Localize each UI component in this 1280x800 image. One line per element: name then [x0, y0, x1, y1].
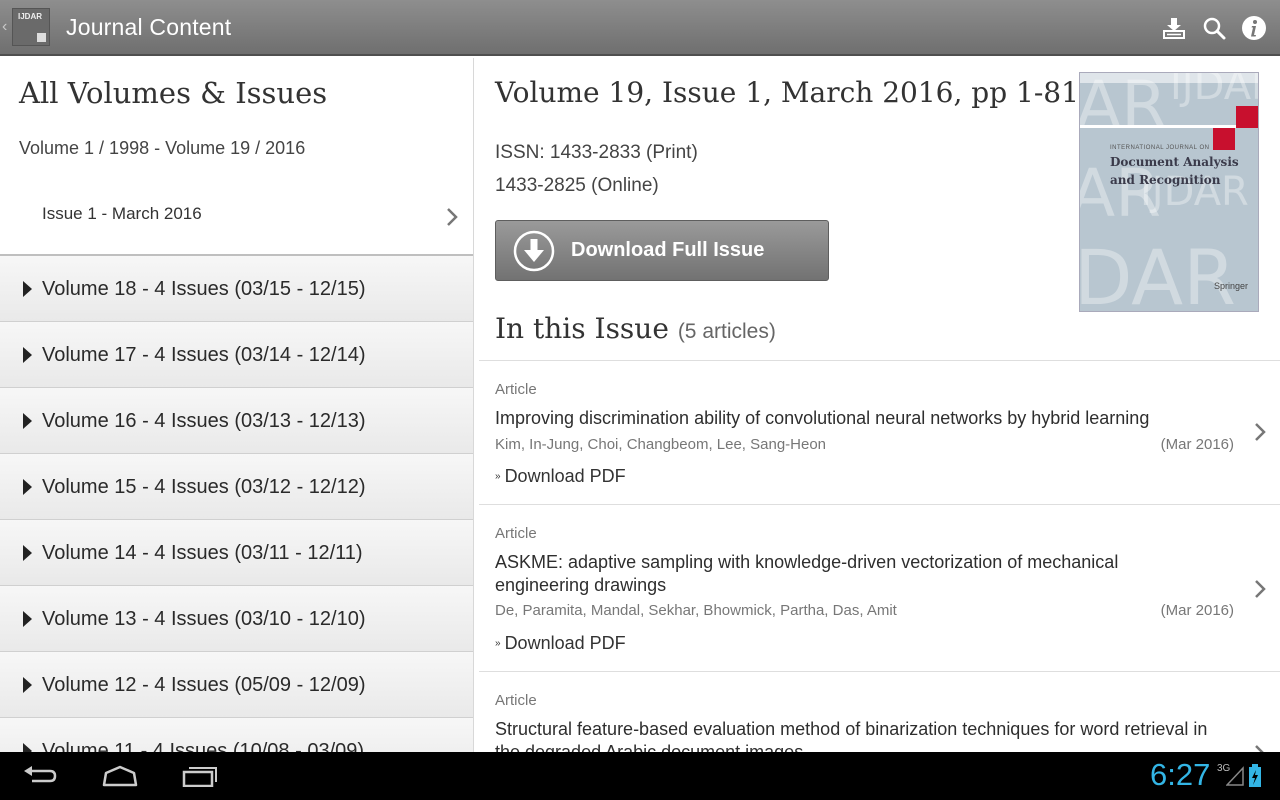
download-manager-icon: [1163, 18, 1185, 39]
volumes-sidebar: All Volumes & Issues Volume 1 / 1998 - V…: [0, 58, 474, 752]
home-button[interactable]: [90, 758, 150, 794]
expand-triangle-icon: [23, 611, 32, 627]
current-issue-label: Issue 1 - March 2016: [42, 204, 202, 223]
article-title[interactable]: Structural feature-based evaluation meth…: [495, 718, 1215, 752]
info-button[interactable]: [1234, 0, 1274, 56]
info-icon: [1242, 16, 1266, 40]
article-title[interactable]: Improving discrimination ability of conv…: [495, 407, 1215, 430]
signal-icon: [1226, 766, 1244, 786]
article-title[interactable]: ASKME: adaptive sampling with knowledge-…: [495, 551, 1215, 597]
volume-label: Volume 15 - 4 Issues (03/12 - 12/12): [42, 476, 366, 498]
article-item[interactable]: Article Structural feature-based evaluat…: [479, 671, 1280, 752]
cover-title-line1: Document Analysis: [1110, 155, 1239, 169]
volume-label: Volume 16 - 4 Issues (03/13 - 12/13): [42, 410, 366, 432]
volume-label: Volume 18 - 4 Issues (03/15 - 12/15): [42, 278, 366, 300]
issn-online: 1433-2825 (Online): [495, 175, 659, 196]
issn-print: ISSN: 1433-2833 (Print): [495, 142, 698, 163]
article-authors: De, Paramita, Mandal, Sekhar, Bhowmick, …: [495, 602, 897, 619]
article-type: Article: [495, 692, 537, 709]
status-clock: 6:27: [1150, 757, 1211, 792]
download-manager-button[interactable]: [1154, 0, 1194, 56]
article-item[interactable]: Article Improving discrimination ability…: [479, 360, 1280, 504]
home-icon: [102, 765, 138, 787]
download-pdf-link[interactable]: » Download PDF: [495, 466, 626, 487]
volume-item[interactable]: Volume 15 - 4 Issues (03/12 - 12/12): [0, 454, 473, 520]
expand-triangle-icon: [23, 479, 32, 495]
page-title: Journal Content: [66, 13, 232, 40]
back-arrow-icon: [24, 766, 57, 783]
sidebar-title: All Volumes & Issues: [19, 76, 328, 110]
up-navigation-button[interactable]: ‹ IJDAR: [0, 0, 50, 55]
volume-item[interactable]: Volume 13 - 4 Issues (03/10 - 12/10): [0, 586, 473, 652]
volume-label: Volume 14 - 4 Issues (03/11 - 12/11): [42, 542, 363, 564]
volume-item[interactable]: Volume 12 - 4 Issues (05/09 - 12/09): [0, 652, 473, 718]
search-button[interactable]: [1194, 0, 1234, 56]
download-circle-icon: [513, 230, 555, 271]
app-icon: IJDAR: [12, 8, 50, 46]
volume-item[interactable]: Volume 14 - 4 Issues (03/11 - 12/11): [0, 520, 473, 586]
expand-triangle-icon: [23, 743, 32, 752]
expand-triangle-icon: [23, 677, 32, 693]
expand-triangle-icon: [23, 347, 32, 363]
raquo-icon: »: [495, 638, 501, 649]
article-authors: Kim, In-Jung, Choi, Changbeom, Lee, Sang…: [495, 436, 827, 453]
article-count: (5 articles): [677, 320, 776, 343]
volume-item[interactable]: Volume 11 - 4 Issues (10/08 - 03/09): [0, 718, 473, 752]
battery-charging-icon: [1249, 764, 1261, 787]
volume-label: Volume 11 - 4 Issues (10/08 - 03/09): [42, 740, 365, 752]
article-type: Article: [495, 525, 537, 542]
journal-cover-image[interactable]: AR IJDAR AR IJDAR DAR INTERNATIONAL JOUR…: [1079, 72, 1259, 312]
in-this-issue-heading: In this Issue (5 articles): [495, 312, 776, 345]
issue-detail: Volume 19, Issue 1, March 2016, pp 1-81 …: [479, 58, 1280, 752]
in-this-issue-label: In this Issue: [495, 312, 669, 345]
article-date: (Mar 2016): [1160, 602, 1234, 619]
app-icon-badge: [37, 33, 46, 42]
issue-title: Volume 19, Issue 1, March 2016, pp 1-81: [495, 76, 1079, 109]
app-icon-label: IJDAR: [18, 12, 43, 21]
cover-publisher: Springer: [1213, 281, 1248, 291]
volume-label: Volume 17 - 4 Issues (03/14 - 12/14): [42, 344, 366, 366]
volume-item[interactable]: Volume 18 - 4 Issues (03/15 - 12/15): [0, 256, 473, 322]
article-date: (Mar 2016): [1160, 436, 1234, 453]
volume-label: Volume 12 - 4 Issues (05/09 - 12/09): [42, 674, 366, 696]
system-navigation-bar: 6:27 3G: [0, 752, 1280, 800]
cover-journal-small: INTERNATIONAL JOURNAL ON: [1110, 145, 1210, 151]
article-type: Article: [495, 381, 537, 398]
current-issue-item[interactable]: Issue 1 - March 2016: [0, 180, 473, 256]
back-caret-icon: ‹: [2, 18, 8, 35]
chevron-right-icon: [1255, 745, 1264, 752]
recent-apps-icon: [182, 767, 217, 787]
chevron-right-icon: [447, 208, 458, 226]
volume-item[interactable]: Volume 17 - 4 Issues (03/14 - 12/14): [0, 322, 473, 388]
back-button[interactable]: [10, 758, 70, 794]
expand-triangle-icon: [23, 413, 32, 429]
expand-triangle-icon: [23, 545, 32, 561]
cover-title-line2: and Recognition: [1110, 173, 1221, 187]
volume-range: Volume 1 / 1998 - Volume 19 / 2016: [19, 138, 306, 158]
chevron-right-icon: [1255, 580, 1266, 598]
download-full-issue-label: Download Full Issue: [571, 239, 765, 261]
download-full-issue-button[interactable]: Download Full Issue: [495, 220, 829, 281]
chevron-right-icon: [1255, 423, 1266, 441]
download-pdf-label: Download PDF: [504, 466, 626, 486]
expand-triangle-icon: [23, 281, 32, 297]
article-item[interactable]: Article ASKME: adaptive sampling with kn…: [479, 504, 1280, 671]
volume-item[interactable]: Volume 16 - 4 Issues (03/13 - 12/13): [0, 388, 473, 454]
download-pdf-link[interactable]: » Download PDF: [495, 633, 626, 654]
search-icon: [1203, 17, 1226, 40]
raquo-icon: »: [495, 471, 501, 482]
recent-apps-button[interactable]: [170, 758, 230, 794]
download-pdf-label: Download PDF: [504, 633, 626, 653]
volume-label: Volume 13 - 4 Issues (03/10 - 12/10): [42, 608, 366, 630]
action-bar: ‹ IJDAR Journal Content: [0, 0, 1280, 56]
